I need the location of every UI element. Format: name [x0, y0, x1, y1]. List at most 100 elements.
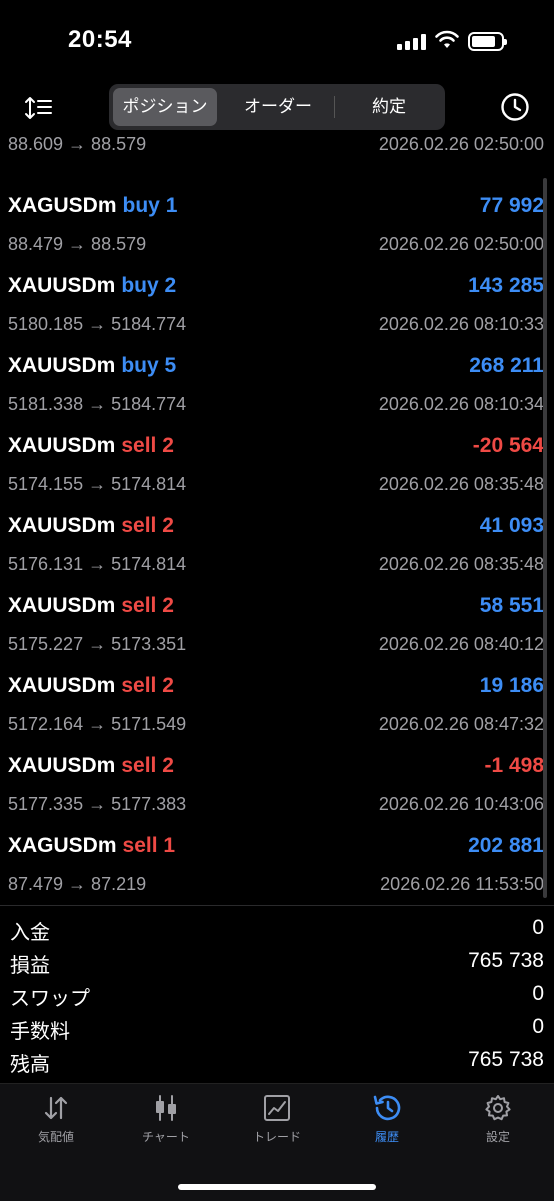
battery-icon — [468, 32, 507, 51]
side-volume: sell 2 — [121, 594, 174, 617]
summary-value: 0 — [532, 1015, 544, 1038]
side-volume: sell 2 — [121, 754, 174, 777]
cellular-signal-icon — [397, 34, 427, 50]
deal-datetime: 2026.02.26 08:47:32 — [378, 714, 544, 734]
tab-label: 設定 — [485, 1130, 510, 1144]
deal-datetime: 2026.02.26 02:50:00 — [378, 134, 544, 154]
profit-value: 268 211 — [469, 354, 544, 377]
list-item[interactable]: XAGUSDm buy 1 77 992 88.479 → 88.579 2026… — [0, 192, 554, 272]
side-volume: buy 5 — [121, 354, 177, 377]
profit-value: 77 992 — [479, 194, 544, 217]
segment-divider — [334, 96, 335, 118]
profit-value: -20 564 — [472, 434, 544, 457]
symbol: XAUUSDm — [8, 754, 116, 777]
clock-icon[interactable] — [500, 92, 530, 122]
side-volume: sell 2 — [121, 674, 174, 697]
tab-chart[interactable]: チャート — [116, 1094, 216, 1154]
summary-row-deposit: 入金 0 — [0, 914, 554, 947]
list-item[interactable]: XAUUSDm buy 5 268 211 5181.338 → 5184.774… — [0, 352, 554, 432]
summary-row-commission: 手数料 0 — [0, 1013, 554, 1046]
price-range: 5174.155 → 5174.814 — [8, 474, 187, 494]
summary-value: 765 738 — [468, 949, 544, 972]
list-item[interactable]: XAUUSDm sell 2 -20 564 5174.155 → 5174.81… — [0, 432, 554, 512]
symbol: XAUUSDm — [8, 674, 116, 697]
history-segmented-control: ポジション オーダー 約定 — [109, 84, 445, 130]
price-range: 87.479 → 87.219 — [8, 874, 147, 894]
arrows-updown-icon — [44, 1096, 68, 1120]
summary-label: 損益 — [10, 953, 50, 977]
deal-datetime: 2026.02.26 02:50:00 — [378, 234, 544, 254]
profit-value: 19 186 — [479, 674, 544, 697]
symbol: XAUUSDm — [8, 514, 116, 537]
profit-value: 41 093 — [479, 514, 544, 537]
list-item[interactable]: XAUUSDm sell 2 58 551 5175.227 → 5173.351… — [0, 592, 554, 672]
deal-datetime: 2026.02.26 08:35:48 — [378, 474, 544, 494]
summary-label: 手数料 — [10, 1019, 70, 1043]
price-range: 5177.335 → 5177.383 — [8, 794, 187, 814]
history-header: ポジション オーダー 約定 — [0, 84, 554, 130]
price-range: 88.479 → 88.579 — [8, 234, 147, 254]
tab-label: 履歴 — [374, 1130, 399, 1144]
status-bar: 20:54 — [0, 0, 554, 80]
summary-row-balance: 残高 765 738 — [0, 1046, 554, 1079]
deal-list[interactable]: 88.609 → 88.579 2026.02.26 02:50:00 XAGU… — [0, 132, 554, 904]
summary-value: 765 738 — [468, 1048, 544, 1071]
summary-label: スワップ — [10, 986, 90, 1010]
home-indicator — [178, 1184, 376, 1190]
profit-value: -1 498 — [484, 754, 544, 777]
summary-row-profit: 損益 765 738 — [0, 947, 554, 980]
wifi-icon — [435, 30, 459, 48]
profit-value: 202 881 — [468, 834, 544, 857]
tab-label: チャート — [142, 1130, 190, 1144]
deal-datetime: 2026.02.26 08:35:48 — [378, 554, 544, 574]
list-item[interactable]: 88.609 → 88.579 2026.02.26 02:50:00 — [0, 132, 554, 172]
side-volume: sell 2 — [121, 434, 174, 457]
price-range: 88.609 → 88.579 — [8, 134, 147, 154]
sort-icon[interactable] — [24, 94, 54, 122]
tab-deals[interactable]: 約定 — [337, 88, 441, 126]
deal-datetime: 2026.02.26 10:43:06 — [378, 794, 544, 814]
account-summary: 入金 0 損益 765 738 スワップ 0 手数料 0 残高 765 738 — [0, 905, 554, 1084]
symbol: XAUUSDm — [8, 274, 116, 297]
symbol: XAUUSDm — [8, 354, 116, 377]
tab-history[interactable]: 履歴 — [337, 1094, 437, 1154]
history-icon — [373, 1095, 401, 1121]
deal-datetime: 2026.02.26 08:40:12 — [378, 634, 544, 654]
price-range: 5175.227 → 5173.351 — [8, 634, 187, 654]
status-time: 20:54 — [68, 26, 132, 53]
price-range: 5181.338 → 5184.774 — [8, 394, 187, 414]
symbol: XAGUSDm — [8, 194, 117, 217]
scrollbar[interactable] — [543, 178, 547, 898]
symbol: XAUUSDm — [8, 434, 116, 457]
summary-label: 残高 — [10, 1052, 50, 1076]
price-range: 5172.164 → 5171.549 — [8, 714, 187, 734]
summary-value: 0 — [532, 982, 544, 1005]
side-volume: sell 2 — [121, 514, 174, 537]
tab-quotes[interactable]: 気配値 — [6, 1094, 106, 1154]
deal-datetime: 2026.02.26 08:10:34 — [378, 394, 544, 414]
tab-settings[interactable]: 設定 — [448, 1094, 548, 1154]
side-volume: buy 1 — [122, 194, 178, 217]
tab-orders[interactable]: オーダー — [225, 88, 331, 126]
list-item[interactable]: XAUUSDm sell 2 -1 498 5177.335 → 5177.383… — [0, 752, 554, 832]
profit-value: 143 285 — [468, 274, 544, 297]
list-item[interactable]: XAUUSDm sell 2 41 093 5176.131 → 5174.814… — [0, 512, 554, 592]
price-range: 5176.131 → 5174.814 — [8, 554, 187, 574]
summary-row-swap: スワップ 0 — [0, 980, 554, 1013]
list-item[interactable]: XAGUSDm sell 1 202 881 87.479 → 87.219 20… — [0, 832, 554, 904]
tab-label: 気配値 — [37, 1130, 74, 1144]
tab-label: トレード — [252, 1130, 301, 1144]
side-volume: buy 2 — [121, 274, 177, 297]
symbol: XAGUSDm — [8, 834, 117, 857]
symbol: XAUUSDm — [8, 594, 116, 617]
list-item[interactable]: XAUUSDm sell 2 19 186 5172.164 → 5171.549… — [0, 672, 554, 752]
summary-value: 0 — [532, 916, 544, 939]
list-item[interactable]: XAUUSDm buy 2 143 285 5180.185 → 5184.774… — [0, 272, 554, 352]
profit-value: 58 551 — [479, 594, 544, 617]
tab-positions[interactable]: ポジション — [113, 88, 217, 126]
summary-label: 入金 — [10, 920, 50, 944]
price-range: 5180.185 → 5184.774 — [8, 314, 187, 334]
tab-trade[interactable]: トレード — [227, 1094, 327, 1154]
deal-datetime: 2026.02.26 08:10:33 — [378, 314, 544, 334]
gear-icon — [485, 1095, 511, 1121]
